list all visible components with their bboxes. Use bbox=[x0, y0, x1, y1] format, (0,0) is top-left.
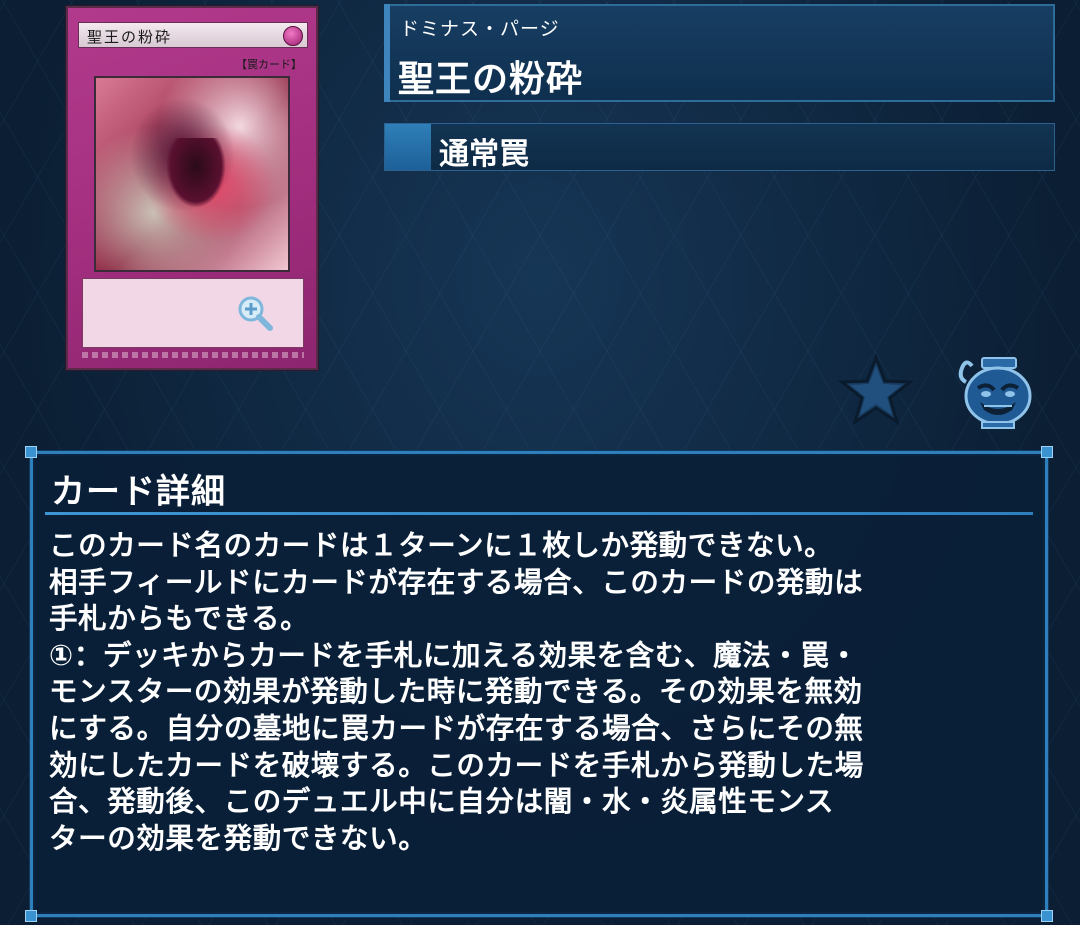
effect-line: にする。自分の墓地に罠カードが存在する場合、さらにその無 bbox=[49, 711, 864, 745]
effect-line: 合、発動後、このデュエル中に自分は闇・水・炎属性モンス bbox=[49, 785, 835, 819]
card-image[interactable]: 聖王の粉砕 【罠カード】 bbox=[66, 6, 318, 370]
card-name-ruby: ドミナス・パージ bbox=[400, 18, 560, 40]
card-detail-heading: カード詳細 bbox=[51, 472, 226, 512]
card-image-type: 【罠カード】 bbox=[236, 58, 302, 71]
effect-line: ①：デッキからカードを手札に加える効果を含む、魔法・罠・ bbox=[49, 638, 859, 672]
card-type: 通常罠 bbox=[439, 137, 529, 172]
card-image-footer bbox=[82, 352, 304, 358]
card-name-panel: ドミナス・パージ 聖王の粉砕 bbox=[384, 4, 1055, 102]
card-image-text-box bbox=[82, 278, 304, 348]
star-icon[interactable] bbox=[838, 354, 914, 426]
effect-line: このカード名のカードは１ターンに１枚しか発動できない。 bbox=[49, 529, 834, 562]
effect-line: 相手フィールドにカードが存在する場合、このカードの発動は bbox=[49, 565, 864, 599]
effect-line: ターの効果を発動できない。 bbox=[49, 821, 428, 855]
zoom-in-icon[interactable] bbox=[235, 293, 275, 333]
card-effect-text: このカード名のカードは１ターンに１枚しか発動できない。 相手フィールドにカードが… bbox=[49, 528, 1039, 857]
card-detail-panel: カード詳細 このカード名のカードは１ターンに１枚しか発動できない。 相手フィール… bbox=[25, 446, 1053, 922]
heading-divider bbox=[45, 512, 1033, 515]
card-artwork bbox=[94, 76, 290, 272]
card-name: 聖王の粉砕 bbox=[398, 59, 584, 100]
card-type-panel: 通常罠 bbox=[384, 123, 1055, 172]
corner-marker bbox=[1041, 446, 1053, 458]
effect-line: 手札からもできる。 bbox=[49, 602, 310, 636]
card-image-name-bar: 聖王の粉砕 bbox=[78, 22, 308, 48]
corner-marker bbox=[25, 446, 37, 458]
corner-marker bbox=[1041, 910, 1053, 922]
pot-of-greed-icon[interactable] bbox=[952, 354, 1040, 430]
corner-marker bbox=[25, 910, 37, 922]
card-type-color-block bbox=[385, 124, 431, 170]
effect-line: モンスターの効果が発動した時に発動できる。その効果を無効 bbox=[49, 675, 863, 709]
trap-attribute-icon bbox=[283, 26, 303, 46]
card-image-name: 聖王の粉砕 bbox=[87, 28, 173, 46]
effect-line: 効にしたカードを破壊する。このカードを手札から発動した場 bbox=[49, 748, 864, 782]
